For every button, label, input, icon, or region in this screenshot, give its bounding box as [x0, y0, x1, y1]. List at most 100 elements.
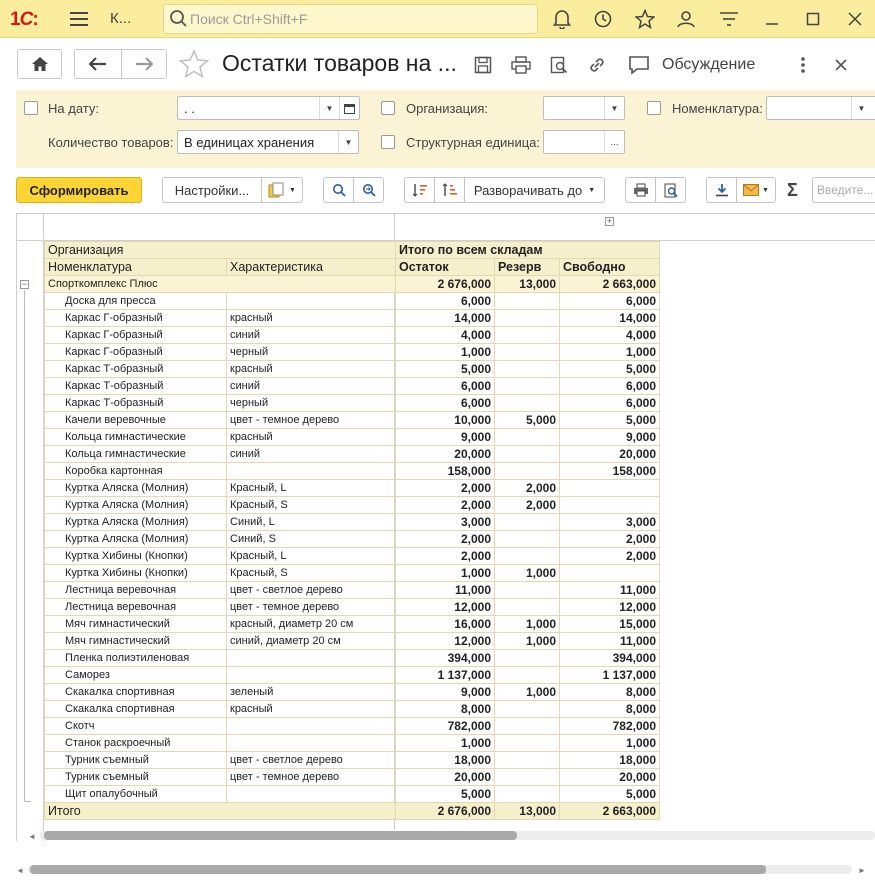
more-menu-icon[interactable] — [792, 54, 814, 76]
chevron-down-icon[interactable]: ▼ — [338, 131, 358, 153]
tab-title[interactable]: К... — [110, 10, 131, 27]
scroll-thumb[interactable] — [44, 831, 517, 840]
table-row[interactable]: Качели веревочные цвет - темное дерево 10,… — [44, 411, 660, 429]
chevron-down-icon[interactable]: ▼ — [604, 97, 624, 119]
table-row[interactable]: Каркас Т-образный черный 6,000 6,000 — [44, 394, 660, 412]
close-window-icon[interactable] — [842, 6, 868, 32]
variant-button[interactable]: ▼ — [261, 177, 303, 203]
table-row[interactable]: Пленка полиэтиленовая 394,000 394,000 — [44, 649, 660, 667]
table-row[interactable]: Куртка Аляска (Молния) Красный, S 2,000 2,0… — [44, 496, 660, 514]
close-form-icon[interactable] — [830, 54, 852, 76]
table-row[interactable]: Каркас Г-образный черный 1,000 1,000 — [44, 343, 660, 361]
scroll-left-icon[interactable]: ◄ — [16, 866, 24, 875]
table-row[interactable]: Каркас Г-образный синий 4,000 4,000 — [44, 326, 660, 344]
total-row[interactable]: Итого 2 676,000 13,000 2 663,000 — [44, 802, 660, 820]
table-row[interactable]: Щит опалубочный 5,000 5,000 — [44, 785, 660, 803]
table-row[interactable]: Куртка Аляска (Молния) Синий, L 3,000 3,000 — [44, 513, 660, 531]
table-row[interactable]: Турник съемный цвет - темное дерево 20,000… — [44, 768, 660, 786]
print-icon[interactable] — [510, 54, 532, 76]
unit-field[interactable]: ... — [543, 130, 625, 154]
calendar-icon[interactable] — [339, 97, 359, 119]
chevron-down-icon[interactable]: ▼ — [319, 97, 339, 119]
cell-reserve — [494, 751, 560, 769]
table-row[interactable]: Коробка картонная 158,000 158,000 — [44, 462, 660, 480]
unit-checkbox[interactable] — [381, 135, 395, 149]
table-row[interactable]: Саморез 1 137,000 1 137,000 — [44, 666, 660, 684]
table-row[interactable]: Кольца гимнастические синий 20,000 20,000 — [44, 445, 660, 463]
table-row[interactable]: Каркас Г-образный красный 14,000 14,000 — [44, 309, 660, 327]
settings-button[interactable]: Настройки... — [162, 177, 262, 203]
unit-select-button[interactable]: ... — [604, 131, 624, 153]
table-row[interactable]: Мяч гимнастический красный, диаметр 20 см… — [44, 615, 660, 633]
nomenclature-field[interactable]: ▼ — [766, 96, 875, 120]
table-row[interactable]: Турник съемный цвет - светлое дерево 18,00… — [44, 751, 660, 769]
preview-icon[interactable] — [548, 54, 570, 76]
table-row[interactable]: Скакалка спортивная зеленый 9,000 1,000 8,00… — [44, 683, 660, 701]
back-button[interactable] — [74, 49, 122, 79]
scroll-left-icon[interactable]: ◄ — [28, 832, 36, 841]
table-row[interactable]: Куртка Аляска (Молния) Синий, S 2,000 2,000 — [44, 530, 660, 548]
app-logo[interactable]: 1С: — [10, 9, 39, 31]
star-icon[interactable] — [632, 6, 658, 32]
table-row[interactable]: Куртка Аляска (Молния) Красный, L 2,000 2,0… — [44, 479, 660, 497]
sort-asc-button[interactable] — [434, 177, 465, 203]
expand-plus-icon[interactable]: + — [605, 217, 614, 226]
table-row[interactable]: Куртка Хибины (Кнопки) Красный, L 2,000 2,0… — [44, 547, 660, 565]
sum-icon[interactable]: Σ — [787, 180, 803, 200]
find-next-button[interactable] — [353, 177, 384, 203]
table-row[interactable]: Скакалка спортивная красный 8,000 8,000 — [44, 700, 660, 718]
sum-input[interactable]: Введите... — [812, 177, 875, 203]
send-email-button[interactable]: ▼ — [736, 177, 776, 203]
outer-horizontal-scrollbar[interactable] — [28, 865, 852, 874]
date-field[interactable]: . . ▼ — [177, 96, 360, 120]
organization-field[interactable]: ▼ — [543, 96, 625, 120]
table-row[interactable]: Скотч 782,000 782,000 — [44, 717, 660, 735]
table-row[interactable]: Лестница веревочная цвет - темное дерево 1… — [44, 598, 660, 616]
discussion-icon[interactable] — [628, 54, 650, 76]
maximize-icon[interactable] — [800, 6, 826, 32]
link-icon[interactable] — [586, 54, 608, 76]
date-checkbox[interactable] — [24, 101, 38, 115]
cell-characteristic — [226, 462, 396, 480]
table-row[interactable]: Каркас Т-образный синий 6,000 6,000 — [44, 377, 660, 395]
cell-characteristic — [226, 785, 396, 803]
table-row[interactable]: Лестница веревочная цвет - светлое дерево… — [44, 581, 660, 599]
expand-to-dropdown[interactable]: Разворачивать до ▼ — [464, 177, 605, 203]
find-button[interactable] — [323, 177, 354, 203]
settings-funnel-icon[interactable] — [716, 6, 742, 32]
collapse-minus-icon[interactable]: − — [20, 280, 29, 289]
table-row[interactable]: Станок раскроечный 1,000 1,000 — [44, 734, 660, 752]
table-row[interactable]: Мяч гимнастический синий, диаметр 20 см 12… — [44, 632, 660, 650]
scroll-thumb[interactable] — [30, 865, 766, 874]
search-input[interactable]: Поиск Ctrl+Shift+F — [163, 4, 538, 34]
save-to-file-button[interactable] — [706, 177, 737, 203]
inner-horizontal-scrollbar[interactable] — [40, 831, 875, 840]
history-icon[interactable] — [590, 6, 616, 32]
bell-icon[interactable] — [549, 6, 575, 32]
table-row[interactable]: Кольца гимнастические красный 9,000 9,000 — [44, 428, 660, 446]
nomenclature-checkbox[interactable] — [647, 101, 661, 115]
cell-stock: 14,000 — [395, 309, 495, 327]
table-row[interactable]: Доска для пресса 6,000 6,000 — [44, 292, 660, 310]
generate-button[interactable]: Сформировать — [16, 177, 142, 203]
minimize-icon[interactable] — [759, 6, 785, 32]
sort-desc-button[interactable] — [404, 177, 435, 203]
table-row[interactable]: Куртка Хибины (Кнопки) Красный, S 1,000 1,0… — [44, 564, 660, 582]
favorite-star-icon[interactable] — [178, 49, 210, 79]
discussion-button[interactable]: Обсуждение — [662, 56, 755, 74]
report-sheet[interactable]: + − Организация Итого по всем складам Но… — [16, 213, 875, 841]
group-row[interactable]: Спорткомплекс Плюс 2 676,000 13,000 2 66… — [44, 275, 660, 293]
organization-checkbox[interactable] — [381, 101, 395, 115]
home-button[interactable] — [17, 49, 62, 79]
chevron-down-icon[interactable]: ▼ — [851, 97, 871, 119]
quantity-select[interactable]: В единицах хранения ▼ — [177, 130, 359, 154]
menu-icon[interactable] — [66, 6, 92, 32]
users-icon[interactable] — [673, 6, 699, 32]
print-preview-button[interactable] — [655, 177, 686, 203]
scroll-right-icon[interactable]: ► — [858, 866, 866, 875]
print-report-button[interactable] — [625, 177, 656, 203]
table-row[interactable]: Каркас Т-образный красный 5,000 5,000 — [44, 360, 660, 378]
save-icon[interactable] — [472, 54, 494, 76]
cell-reserve — [494, 428, 560, 446]
forward-button[interactable] — [121, 49, 167, 79]
